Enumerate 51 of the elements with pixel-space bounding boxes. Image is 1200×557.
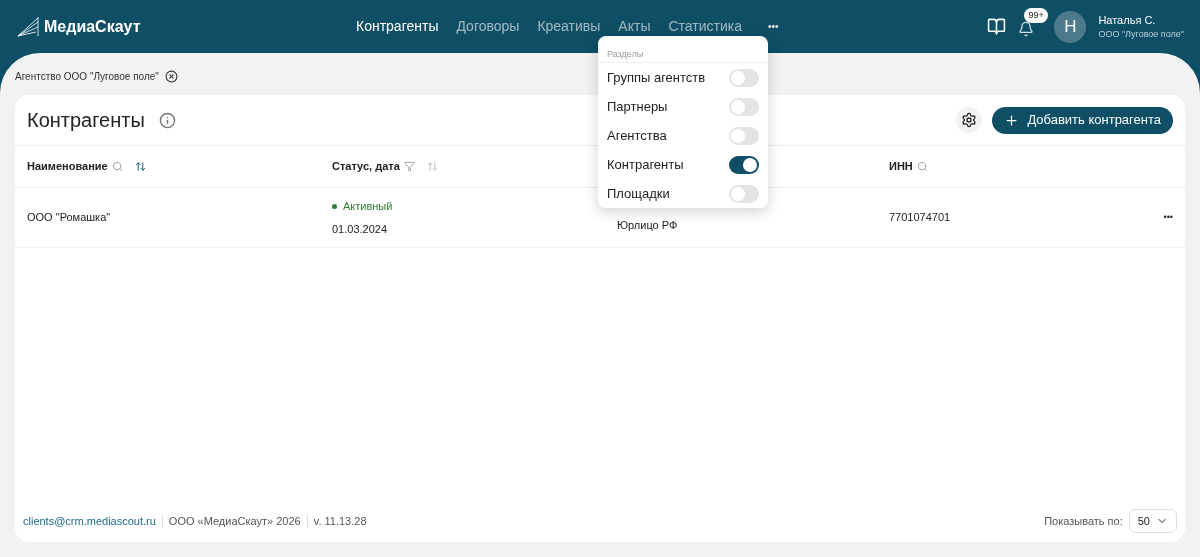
menu-item-label: Партнеры bbox=[607, 97, 668, 116]
nav-link[interactable]: Креативы bbox=[537, 16, 601, 37]
logo-text: МедиаСкаут bbox=[44, 16, 141, 37]
book-icon[interactable] bbox=[987, 17, 1007, 36]
column-header: ИНН bbox=[889, 159, 913, 175]
close-icon[interactable] bbox=[164, 69, 178, 83]
user-organization: ООО "Луговое поле" bbox=[1098, 28, 1184, 41]
nav-link[interactable]: Контрагенты bbox=[356, 16, 439, 37]
user-name: Наталья С. bbox=[1098, 12, 1157, 28]
info-icon[interactable] bbox=[158, 111, 176, 129]
column-header: Статус, дата bbox=[332, 159, 400, 175]
add-button[interactable]: Добавить контрагента bbox=[992, 106, 1173, 134]
page-size-select[interactable]: 50 bbox=[1128, 509, 1177, 533]
status-text: Активный bbox=[343, 199, 393, 214]
copyright-text: ООО «МедиаСкаут» 2026 bbox=[168, 513, 301, 529]
gear-icon bbox=[961, 112, 978, 128]
search-icon[interactable] bbox=[111, 161, 123, 172]
settings-button[interactable] bbox=[956, 107, 983, 133]
filter-label: Агентство ООО "Луговое поле" bbox=[15, 69, 159, 84]
nav-link[interactable]: Акты bbox=[618, 16, 651, 37]
nav-link[interactable]: Договоры bbox=[456, 16, 520, 37]
table-cell-text: Юрлицо РФ bbox=[617, 218, 679, 234]
toggle-switch[interactable] bbox=[729, 97, 759, 116]
nav-link[interactable]: Статистика bbox=[668, 16, 742, 37]
plus-icon bbox=[1004, 112, 1020, 128]
toggle-switch[interactable] bbox=[729, 155, 759, 174]
menu-title: Разделы bbox=[607, 49, 644, 59]
more-button[interactable]: ••• bbox=[768, 19, 779, 34]
column-header: Наименование bbox=[27, 159, 108, 175]
email-link[interactable]: clients@crm.mediascout.ru bbox=[23, 512, 156, 530]
search-icon[interactable] bbox=[916, 161, 928, 172]
page-size-label: Показывать по: bbox=[1044, 513, 1123, 529]
bell-icon[interactable] bbox=[1018, 20, 1035, 37]
toggle-switch[interactable] bbox=[729, 184, 759, 203]
table-cell-text: ООО "Ромашка" bbox=[27, 210, 112, 226]
version-text: v. 11.13.28 bbox=[313, 513, 367, 529]
logo-icon bbox=[16, 15, 40, 38]
filter-icon[interactable] bbox=[403, 161, 415, 172]
toggle-switch[interactable] bbox=[729, 126, 759, 145]
menu-item-label: Контрагенты bbox=[607, 155, 684, 174]
table-cell-text: 01.03.2024 bbox=[332, 221, 389, 237]
menu-item-label: Площадки bbox=[607, 184, 670, 203]
sort-icon[interactable] bbox=[134, 161, 146, 172]
table-cell-text: 7701074701 bbox=[889, 210, 952, 226]
notification-badge: 99+ bbox=[1024, 7, 1048, 23]
menu-item-label: Агентства bbox=[607, 126, 667, 145]
menu-item-label: Группы агентств bbox=[607, 68, 706, 87]
page-title: Контрагенты bbox=[27, 108, 145, 133]
row-menu-button[interactable]: ••• bbox=[1163, 210, 1173, 225]
toggle-switch[interactable] bbox=[729, 68, 759, 87]
avatar[interactable]: Н bbox=[1054, 10, 1087, 43]
